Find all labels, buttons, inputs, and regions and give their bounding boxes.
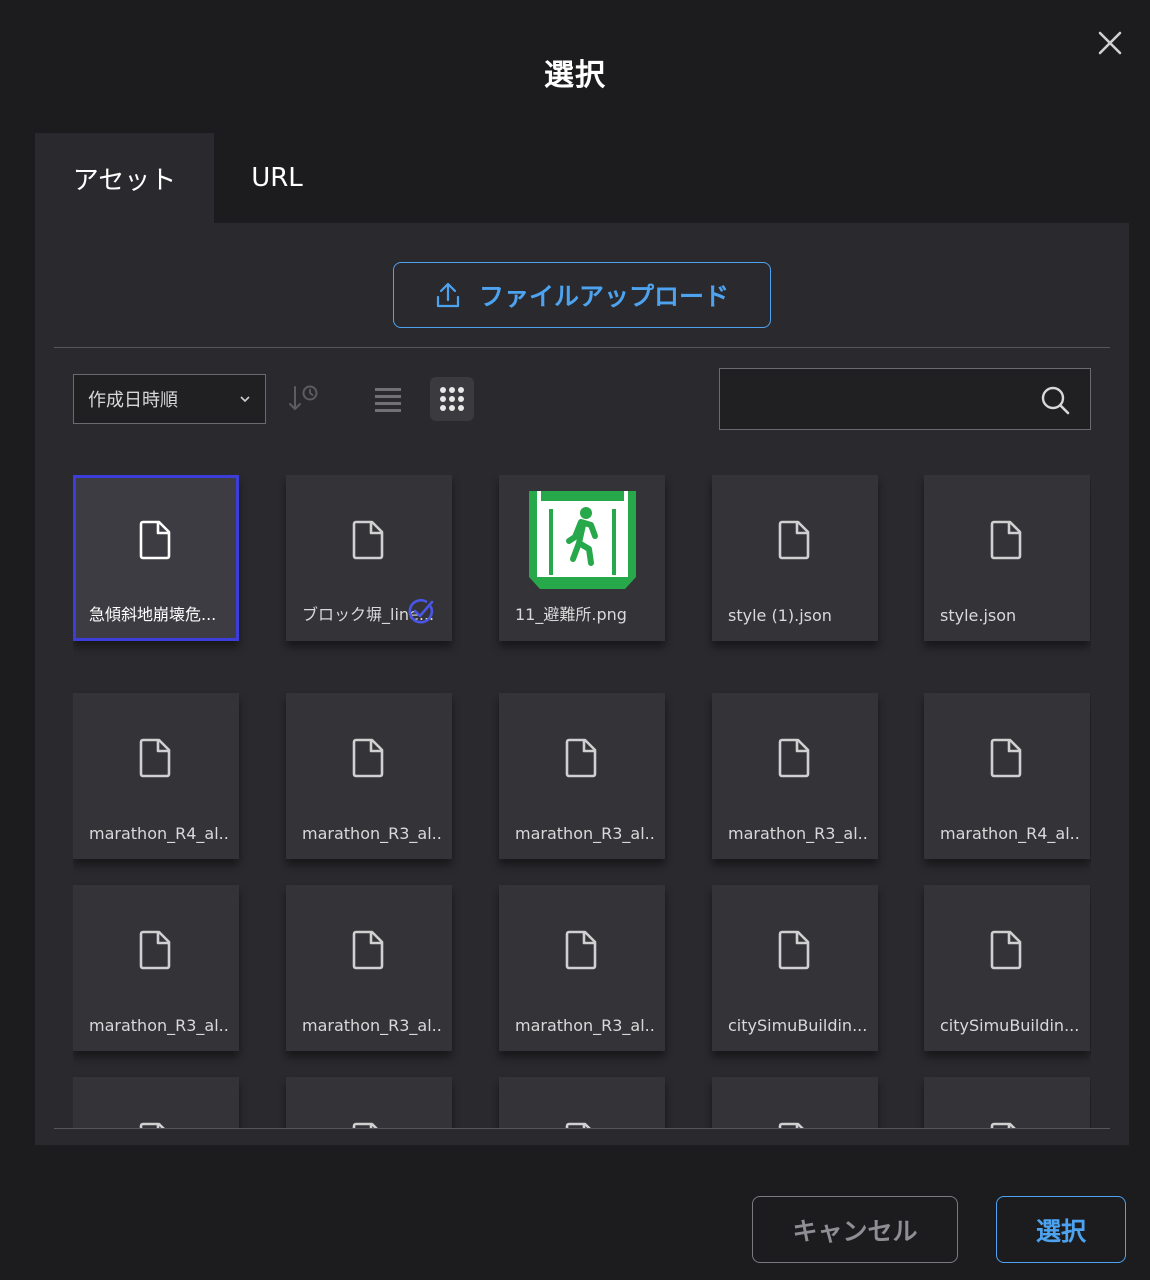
file-icon [352,930,384,970]
file-icon [778,738,810,778]
grid-view-icon [440,387,464,411]
asset-card-name: citySimuBuildin... [940,1016,1080,1035]
asset-card[interactable]: marathon_R4_al... [73,693,239,859]
check-circle-icon [408,598,434,624]
search-icon[interactable] [1040,385,1070,415]
asset-card[interactable]: style.json [924,475,1090,641]
asset-card-name: marathon_R4_al... [940,824,1080,843]
asset-card-name: 急傾斜地崩壊危... [89,605,217,624]
asset-card[interactable]: ブロック塀_line... [286,475,452,641]
sort-dropdown-value: 作成日時順 [88,390,178,411]
select-button[interactable]: 選択 [996,1196,1126,1263]
file-icon [778,930,810,970]
asset-card-name: marathon_R3_al... [728,824,868,843]
grid-view-button[interactable] [430,377,474,421]
list-view-icon [375,388,401,412]
asset-card-name: citySimuBuildin... [728,1016,868,1035]
asset-card[interactable]: style (1).json [712,475,878,641]
file-icon [990,738,1022,778]
tab-url[interactable]: URL [214,133,340,223]
asset-card-name: marathon_R3_al... [89,1016,229,1035]
file-icon [565,930,597,970]
asset-card-name: marathon_R3_al... [515,1016,655,1035]
asset-card-name: style (1).json [728,606,832,625]
close-icon [1098,31,1122,55]
upload-icon [436,282,460,308]
file-icon [352,520,384,560]
cancel-button[interactable]: キャンセル [752,1196,958,1263]
file-icon [139,738,171,778]
asset-card[interactable] [712,1077,878,1128]
asset-card-name: marathon_R3_al... [515,824,655,843]
asset-card-name: 11_避難所.png [515,605,627,624]
close-button[interactable] [1094,27,1126,59]
file-icon [565,1122,591,1128]
asset-grid: 急傾斜地崩壊危... ブロック塀_line... 11_避難所.png style (… [73,475,1091,1128]
file-icon [139,930,171,970]
file-icon [778,1122,804,1128]
chevron-down-icon [239,392,251,406]
asset-card[interactable]: marathon_R3_al... [286,693,452,859]
sort-order-button[interactable] [281,377,325,421]
file-icon [352,738,384,778]
tab-bar: アセット URL [35,133,340,223]
asset-card[interactable] [73,1077,239,1128]
file-upload-button[interactable]: ファイルアップロード [393,262,771,328]
file-icon [778,520,810,560]
divider [54,347,1110,348]
asset-card-name: marathon_R3_al... [302,824,442,843]
asset-card[interactable] [924,1077,1090,1128]
tab-assets[interactable]: アセット [35,133,214,223]
list-view-button[interactable] [366,377,410,421]
file-upload-label: ファイルアップロード [478,282,729,311]
asset-card[interactable] [286,1077,452,1128]
asset-card-name: style.json [940,606,1017,625]
asset-card[interactable]: marathon_R3_al... [286,885,452,1051]
search-input[interactable] [720,369,1020,429]
file-icon [139,520,171,560]
assets-panel: ファイルアップロード 作成日時順 急傾斜地崩壊危... ブロック塀_line..… [35,223,1129,1145]
sort-order-history-icon [289,385,318,410]
asset-card-name: marathon_R3_al... [302,1016,442,1035]
file-icon [990,520,1022,560]
search-field [719,368,1091,430]
asset-card[interactable]: marathon_R3_al... [712,693,878,859]
dialog-title: 選択 [544,58,606,93]
file-icon [990,930,1022,970]
asset-card[interactable]: 急傾斜地崩壊危... [73,475,239,641]
asset-card[interactable]: marathon_R4_al... [924,693,1090,859]
divider [54,1128,1110,1129]
asset-card[interactable]: citySimuBuildin... [712,885,878,1051]
asset-card-name: marathon_R4_al... [89,824,229,843]
sort-dropdown[interactable]: 作成日時順 [73,374,266,424]
emergency-exit-thumbnail [529,491,636,589]
asset-card[interactable]: marathon_R3_al... [499,693,665,859]
asset-card[interactable]: marathon_R3_al... [499,885,665,1051]
file-icon [352,1122,378,1128]
asset-card[interactable]: 11_避難所.png [499,475,665,641]
file-icon [565,738,597,778]
asset-card[interactable]: citySimuBuildin... [924,885,1090,1051]
asset-card[interactable]: marathon_R3_al... [73,885,239,1051]
asset-card[interactable] [499,1077,665,1128]
file-icon [990,1122,1016,1128]
file-icon [139,1122,165,1128]
